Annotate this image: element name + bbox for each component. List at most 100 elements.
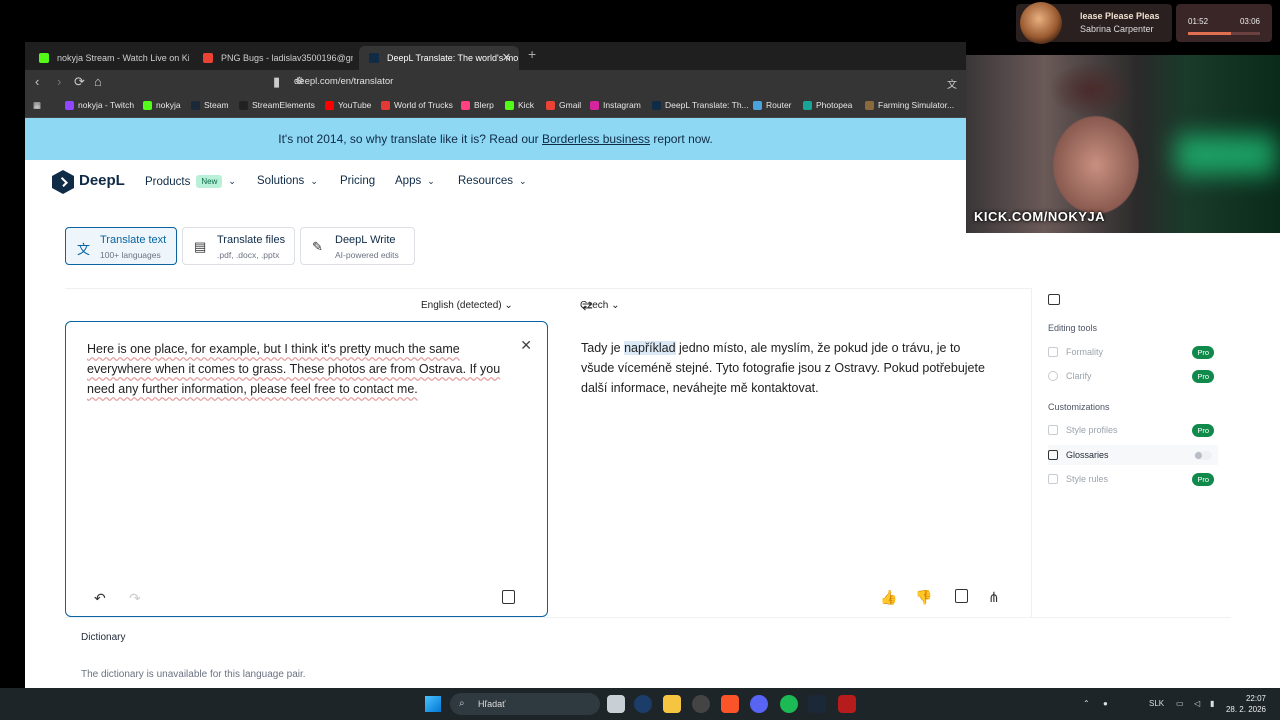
deepl-icon [652,100,661,110]
nav-pricing[interactable]: Pricing [340,175,375,187]
nav-products[interactable]: Products New ⌄ [145,175,236,188]
volume-icon[interactable]: ◁ [1194,699,1200,708]
media-progress-bar[interactable] [1188,32,1260,35]
close-tab-icon[interactable]: ✕ [502,51,511,64]
kick-icon [39,53,49,63]
pro-badge: Pro [1192,473,1214,486]
windows-start-icon[interactable] [425,696,441,712]
source-text-box[interactable]: Here is one place, for example, but I th… [65,321,548,617]
app-icon[interactable] [634,695,652,713]
brave-icon[interactable] [721,695,739,713]
bookmark-item[interactable]: Instagram [590,100,641,110]
chevron-down-icon: ⌄ [504,300,513,311]
bookmark-icon[interactable]: ▮ [273,74,280,90]
kick-icon [505,100,514,110]
style-profiles-item[interactable]: Style profiles Pro [1048,420,1218,440]
battery-icon[interactable]: ▮ [1210,699,1214,708]
deepl-logo-icon[interactable] [52,170,74,194]
source-text[interactable]: Here is one place, for example, but I th… [87,339,517,399]
media-widget[interactable]: lease Please Pleas Sabrina Carpenter [1016,2,1172,44]
discord-icon[interactable] [750,695,768,713]
bookmark-item[interactable]: Gmail [546,100,581,110]
tab-deepl[interactable]: DeepL Translate: The world's mo ✕ [359,46,519,70]
kick-icon [143,100,152,110]
taskbar-search[interactable]: ⌕ Hľadať [450,693,600,715]
editing-tools-heading: Editing tools [1048,323,1098,333]
nav-solutions[interactable]: Solutions ⌄ [257,175,318,187]
media-progress-fill [1188,32,1232,35]
bookmark-item[interactable]: nokyja [143,100,181,110]
redo-icon[interactable]: ↷ [129,590,141,607]
nav-resources[interactable]: Resources ⌄ [458,175,527,187]
promo-banner: It's not 2014, so why translate like it … [25,118,966,160]
bookmark-item[interactable]: Farming Simulator... [865,100,954,110]
chevron-down-icon: ⌄ [427,175,435,186]
new-tab-button[interactable]: + [528,46,536,62]
tab-title: DeepL Translate: The world's mo [387,53,519,63]
thumbs-up-icon[interactable]: 👍 [880,589,897,606]
webcam-overlay: KICK.COM/NOKYJA [966,55,1280,233]
bookmark-item[interactable]: Router [753,100,792,110]
apps-grid-icon[interactable]: ▦ [33,100,41,111]
bookmarks-bar: ▦ nokyja - Twitch nokyja Steam StreamEle… [25,94,966,118]
task-view-icon[interactable] [607,695,625,713]
home-icon[interactable]: ⌂ [94,74,102,89]
deepl-icon [369,53,379,63]
obs-icon[interactable] [692,695,710,713]
tab-kick-stream[interactable]: nokyja Stream - Watch Live on Kick [29,46,189,70]
glossaries-toggle[interactable] [1194,451,1212,460]
clarify-item[interactable]: Clarify Pro [1048,366,1218,386]
brand-name[interactable]: DeepL [79,172,125,189]
share-icon[interactable]: ⋔ [988,589,1000,606]
bookmark-item[interactable]: Blerp [461,100,494,110]
tab-gmail[interactable]: PNG Bugs - ladislav3500196@gmail. [193,46,353,70]
highlighted-word[interactable]: například [624,341,676,355]
deepl-write-button[interactable]: ✎ DeepL Write AI-powered edits [300,227,415,265]
clear-text-icon[interactable]: ✕ [520,337,532,354]
bookmark-item[interactable]: nokyja - Twitch [65,100,134,110]
language-bar: English (detected) ⌄ ⇄ Czech ⌄ [65,288,1031,322]
bookmark-item[interactable]: DeepL Translate: Th... [652,100,749,110]
reload-icon[interactable]: ⟳ [74,74,85,90]
target-language-select[interactable]: Czech ⌄ [580,300,620,311]
copy-icon[interactable] [955,589,968,603]
glossaries-item[interactable]: Glossaries [1048,445,1218,465]
network-icon[interactable]: ▭ [1176,699,1184,708]
new-badge: New [196,175,223,188]
input-language[interactable]: SLK [1149,699,1164,708]
formality-item[interactable]: Formality Pro [1048,342,1218,362]
panel-toggle-icon[interactable] [1048,294,1060,305]
thumbs-down-icon[interactable]: 👎 [915,589,932,606]
spotify-icon[interactable] [780,695,798,713]
translate-text-button[interactable]: 文 Translate text 100+ languages [65,227,177,265]
borderless-business-link[interactable]: Borderless business [542,132,650,146]
copy-icon[interactable] [502,590,515,604]
style-rules-item[interactable]: Style rules Pro [1048,469,1218,489]
tray-app-icon[interactable]: ● [1103,699,1108,708]
steam-icon[interactable] [808,695,826,713]
dictionary-section: Dictionary The dictionary is unavailable… [65,617,1231,688]
nav-apps[interactable]: Apps ⌄ [395,175,435,187]
forward-icon[interactable]: › [57,74,61,89]
chevron-down-icon: ⌄ [518,175,527,186]
game-icon[interactable] [838,695,856,713]
media-artist: Sabrina Carpenter [1080,24,1154,34]
style-rules-icon [1048,474,1058,484]
chevron-up-icon[interactable]: ⌃ [1083,699,1090,708]
system-clock[interactable]: 22:07 28. 2. 2026 [1226,693,1266,715]
bookmark-item[interactable]: Steam [191,100,229,110]
bookmark-item[interactable]: Photopea [803,100,852,110]
bookmark-item[interactable]: World of Trucks [381,100,453,110]
translated-text[interactable]: Tady je například jedno místo, ale myslí… [581,338,991,398]
bookmark-item[interactable]: Kick [505,100,534,110]
bookmark-item[interactable]: StreamElements [239,100,315,110]
back-icon[interactable]: ‹ [35,74,39,89]
url-field[interactable]: deepl.com/en/translator [290,74,950,90]
file-explorer-icon[interactable] [663,695,681,713]
bookmark-item[interactable]: YouTube [325,100,371,110]
translate-files-button[interactable]: ▤ Translate files .pdf, .docx, .pptx [182,227,295,265]
source-language-select[interactable]: English (detected) ⌄ [421,300,513,311]
dictionary-heading: Dictionary [81,632,126,643]
streamelements-icon [239,100,248,110]
undo-icon[interactable]: ↶ [94,590,106,607]
